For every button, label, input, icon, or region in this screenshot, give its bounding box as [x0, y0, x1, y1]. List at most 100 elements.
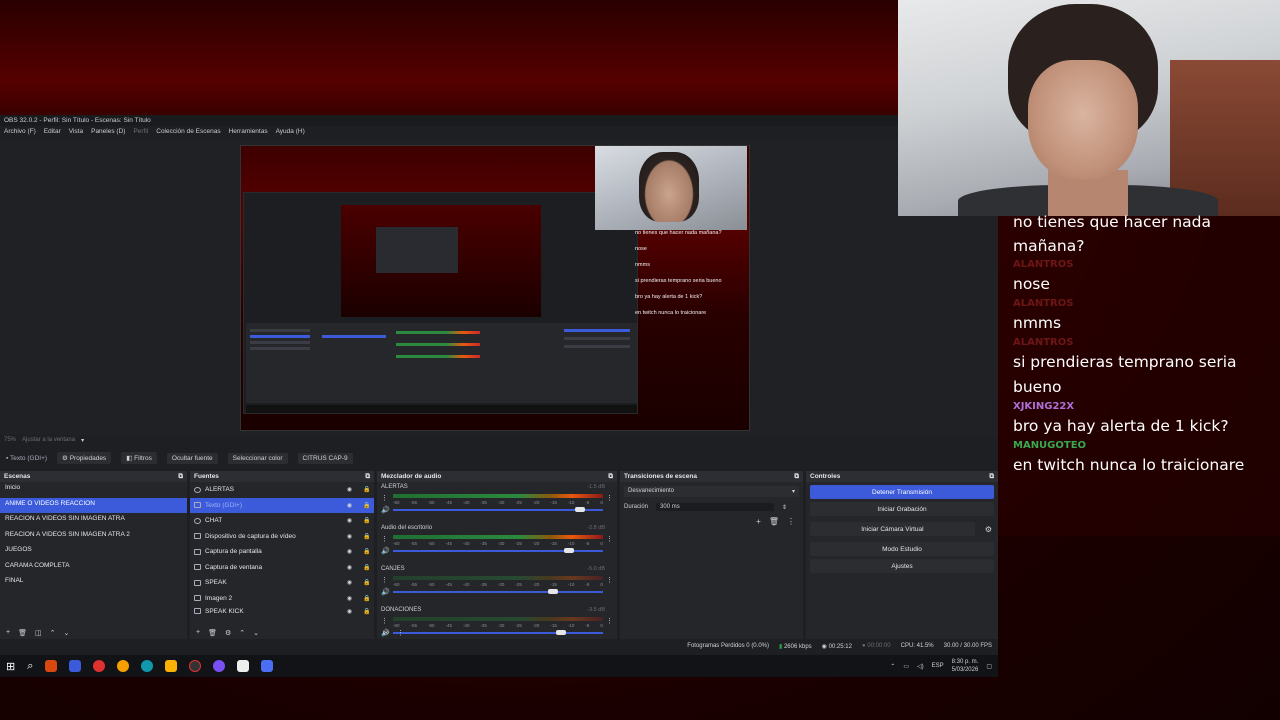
source-item[interactable]: CHAT ◉ 🔒 [190, 513, 374, 529]
app-icon[interactable] [261, 660, 274, 672]
zoom-control[interactable]: 75% Ajustar a la ventana ▾ [4, 437, 84, 444]
source-item-active[interactable]: Texto (GDI+) ◉ 🔒 [190, 497, 374, 513]
chrome-icon[interactable] [117, 660, 130, 672]
more-icon[interactable]: ⋮ [787, 517, 795, 526]
zoom-option[interactable]: Ajustar a la ventana [22, 437, 75, 444]
filter-icon[interactable]: ◫ [35, 629, 42, 638]
stepper-icon[interactable]: ⇕ [782, 504, 787, 511]
more-icon[interactable]: ⋮ [381, 576, 388, 584]
dock-undock-icon[interactable]: ⧉ [989, 473, 994, 480]
more-icon[interactable]: ⋮ [381, 535, 388, 543]
lock-icon[interactable]: 🔒 [363, 595, 370, 602]
volume-slider-knob[interactable] [548, 589, 558, 594]
add-icon[interactable]: + [756, 517, 761, 526]
trash-icon[interactable]: 🗑 [769, 517, 779, 526]
source-item[interactable]: Captura de pantalla ◉ 🔒 [190, 544, 374, 560]
properties-button[interactable]: ⚙ Propiedades [57, 452, 112, 464]
folder-icon[interactable] [165, 660, 178, 672]
discord-icon[interactable] [213, 660, 226, 672]
chevron-down-icon[interactable]: ⌄ [63, 629, 69, 638]
source-item[interactable]: SPEAK ◉ 🔒 [190, 575, 374, 591]
link-icon[interactable]: ⚯ [383, 629, 389, 638]
gear-icon[interactable]: ⚙ [979, 525, 998, 534]
eye-icon[interactable]: ◉ [346, 548, 353, 555]
menu-file[interactable]: Archivo (F) [4, 128, 36, 136]
scene-item[interactable]: REACION A VIDEOS SIN IMAGEN ATRA [0, 513, 187, 529]
add-icon[interactable]: + [196, 629, 200, 638]
lock-icon[interactable]: 🔒 [363, 579, 370, 586]
obs-icon[interactable] [189, 660, 202, 672]
eye-icon[interactable]: ◉ [346, 564, 353, 571]
more-icon[interactable]: ⋮ [381, 494, 388, 502]
stop-stream-button[interactable]: Detener Transmisión [810, 485, 994, 499]
start-virtual-cam-button[interactable]: Iniciar Cámara Virtual [810, 522, 975, 536]
eye-icon[interactable]: ◉ [346, 486, 353, 493]
volume-slider-knob[interactable] [564, 548, 574, 553]
dock-undock-icon[interactable]: ⧉ [794, 473, 799, 480]
more-icon[interactable]: ⋮ [397, 629, 404, 638]
dock-undock-icon[interactable]: ⧉ [178, 473, 183, 480]
gear-icon[interactable]: ⚙ [225, 629, 231, 638]
clock[interactable]: 8:30 p. m. 5/03/2026 [952, 658, 979, 674]
volume-icon[interactable]: 🔊 [381, 588, 390, 596]
scene-item-active[interactable]: ANIME O VIDEOS REACCION [0, 497, 187, 513]
windows-start-icon[interactable]: ⊞ [6, 660, 15, 673]
scene-item[interactable]: FINAL [0, 575, 187, 591]
search-icon[interactable]: ⌕ [27, 660, 33, 673]
scene-item[interactable]: JUEGOS [0, 544, 187, 560]
source-font-button[interactable]: CITRUS CAP-9 [297, 452, 353, 464]
dock-undock-icon[interactable]: ⧉ [608, 473, 613, 480]
source-item[interactable]: Imagen 2 ◉ 🔒 [190, 591, 374, 607]
source-item[interactable]: Dispositivo de captura de vídeo ◉ 🔒 [190, 529, 374, 545]
filters-button[interactable]: ◧ Filtros [121, 452, 157, 464]
lock-icon[interactable]: 🔒 [363, 533, 370, 540]
eye-icon[interactable]: ◉ [346, 502, 353, 509]
lock-icon[interactable]: 🔒 [363, 502, 370, 509]
volume-slider[interactable] [393, 548, 603, 553]
app-icon[interactable] [69, 660, 82, 672]
chrome-icon[interactable] [93, 660, 106, 672]
start-recording-button[interactable]: Iniciar Grabación [810, 502, 994, 516]
volume-slider[interactable] [393, 507, 603, 512]
program-preview[interactable]: no tienes que hacer nada mañana? nose nm… [240, 145, 750, 431]
more-icon[interactable]: ⋮ [606, 535, 613, 543]
volume-icon[interactable]: ◁) [917, 663, 924, 670]
scene-item[interactable]: CARAMA COMPLETA [0, 560, 187, 576]
brave-icon[interactable] [45, 660, 58, 672]
studio-mode-button[interactable]: Modo Estudio [810, 542, 994, 556]
eye-icon[interactable]: ◉ [346, 608, 353, 615]
menu-docks[interactable]: Paneles (D) [91, 128, 125, 136]
volume-slider[interactable] [393, 589, 603, 594]
lock-icon[interactable]: 🔒 [363, 608, 370, 615]
menu-edit[interactable]: Editar [44, 128, 61, 136]
chevron-up-icon[interactable]: ⌃ [50, 629, 56, 638]
scene-item[interactable]: REACION A VIDEOS SIN IMAGEN ATRA 2 [0, 529, 187, 545]
menu-profile[interactable]: Perfil [133, 128, 148, 136]
more-icon[interactable]: ⋮ [606, 617, 613, 625]
chevron-up-icon[interactable]: ⌃ [890, 663, 895, 670]
eye-icon[interactable]: ◉ [346, 517, 353, 524]
edge-icon[interactable] [141, 660, 154, 672]
more-icon[interactable]: ⋮ [606, 576, 613, 584]
notification-icon[interactable]: ▢ [986, 663, 992, 670]
lock-icon[interactable]: 🔒 [363, 564, 370, 571]
chevron-up-icon[interactable]: ⌃ [239, 629, 245, 638]
chevron-down-icon[interactable]: ⌄ [253, 629, 259, 638]
trash-icon[interactable]: 🗑 [208, 629, 217, 638]
add-icon[interactable]: + [6, 629, 10, 638]
settings-button[interactable]: Ajustes [810, 559, 994, 573]
volume-slider-knob[interactable] [575, 507, 585, 512]
eye-icon[interactable]: ◉ [346, 595, 353, 602]
more-icon[interactable]: ⋮ [381, 617, 388, 625]
trash-icon[interactable]: 🗑 [18, 629, 27, 638]
source-item[interactable]: SPEAK KICK ◉ 🔒 [190, 606, 374, 616]
lock-icon[interactable]: 🔒 [363, 517, 370, 524]
select-color-button[interactable]: Seleccionar color [227, 452, 288, 464]
lock-icon[interactable]: 🔒 [363, 548, 370, 555]
volume-icon[interactable]: 🔊 [381, 547, 390, 555]
lock-icon[interactable]: 🔒 [363, 486, 370, 493]
menu-view[interactable]: Vista [69, 128, 83, 136]
transition-select[interactable]: Desvanecimiento ▾ [624, 486, 799, 497]
volume-icon[interactable]: 🔊 [381, 506, 390, 514]
menu-scene-collection[interactable]: Colección de Escenas [156, 128, 220, 136]
